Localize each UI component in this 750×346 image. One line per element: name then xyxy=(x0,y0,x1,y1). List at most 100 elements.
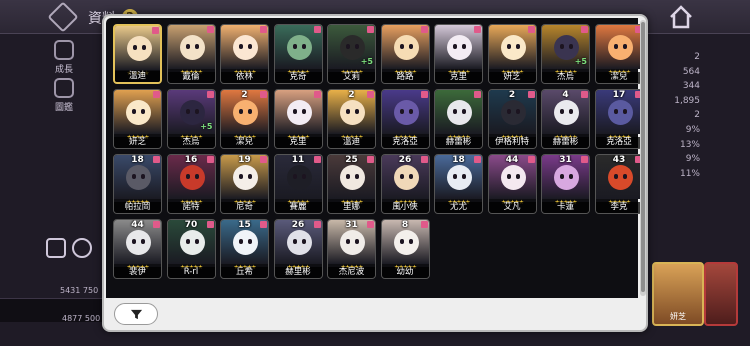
character-card[interactable]: ★★★★★依林 xyxy=(220,24,269,84)
character-eye xyxy=(194,174,199,179)
character-eye xyxy=(239,239,243,244)
character-card[interactable]: 31★★★★★卡蓮 xyxy=(541,154,590,214)
character-card[interactable]: 4★★★★★赫蕾彬 xyxy=(541,89,590,149)
character-eye xyxy=(462,109,466,114)
character-eye xyxy=(399,44,404,49)
stat-value: 564 xyxy=(682,66,700,77)
side-item-book[interactable]: 圖鑑 xyxy=(48,78,80,113)
element-badge-icon xyxy=(367,26,374,33)
character-eye xyxy=(515,44,520,49)
character-name: 克里 xyxy=(435,72,482,83)
character-card[interactable]: 44★★★★★艾凡 xyxy=(487,154,537,214)
character-eye xyxy=(346,44,350,49)
character-card[interactable]: ★★★★★妍芝 xyxy=(487,24,537,84)
character-eye xyxy=(355,109,359,114)
character-eye xyxy=(622,174,627,179)
character-eye xyxy=(453,44,457,49)
character-eye xyxy=(292,44,297,49)
character-card[interactable]: ★★★★★溫迪 xyxy=(113,24,162,84)
character-card[interactable]: ★★★★★路路 xyxy=(380,24,430,84)
element-badge-icon xyxy=(420,91,428,98)
character-card[interactable]: 2★★★★★潔兒 xyxy=(220,89,269,149)
character-card[interactable]: 11★★★★★賽麗 xyxy=(273,154,323,214)
character-eye xyxy=(301,109,306,114)
character-name: 杰烏 xyxy=(167,137,215,148)
stat-value: 11% xyxy=(679,168,700,179)
character-card[interactable]: ★★★★★克奇 xyxy=(273,24,323,84)
character-card[interactable]: 2★★★★★伊格利特 xyxy=(487,89,537,149)
home-icon[interactable] xyxy=(668,4,694,30)
character-card[interactable]: +5★★★★★杰烏 xyxy=(541,24,590,84)
character-eye xyxy=(569,109,573,114)
team-card[interactable]: 妍芝 xyxy=(652,262,704,326)
character-card[interactable]: 31★★★★★杰尼波 xyxy=(327,219,376,279)
grid-view-icon[interactable] xyxy=(46,238,66,258)
side-item-growth[interactable]: 成長 xyxy=(48,40,80,75)
character-card[interactable]: ★★★★★克里 xyxy=(434,24,483,84)
character-name: 風小俠 xyxy=(381,202,429,213)
character-eye xyxy=(408,109,413,114)
character-eye xyxy=(185,44,190,49)
character-eye xyxy=(248,239,252,244)
filter-round-icon[interactable] xyxy=(72,238,92,258)
character-card[interactable]: ★★★★★克洛亞 xyxy=(380,89,430,149)
character-card[interactable]: +5★★★★★艾莉 xyxy=(327,24,376,84)
character-card[interactable]: 43★★★★★李克 xyxy=(594,154,644,214)
character-eye xyxy=(506,44,511,49)
character-card[interactable]: ★★★★★克里 xyxy=(273,89,323,149)
character-card[interactable]: 18★★★★★帕拉岡 xyxy=(113,154,162,214)
character-card[interactable]: 26★★★★★風小俠 xyxy=(380,154,430,214)
character-eye xyxy=(462,44,466,49)
character-face xyxy=(286,230,312,255)
filter-button[interactable] xyxy=(114,303,158,325)
character-name: 依林 xyxy=(221,72,268,83)
character-face xyxy=(607,165,633,190)
scrollbar-thumb[interactable] xyxy=(641,22,645,292)
character-eye xyxy=(408,44,413,49)
character-eye xyxy=(560,109,564,114)
character-card[interactable]: 19★★★★★尼奇 xyxy=(220,154,269,214)
character-card[interactable]: 15★★★★★丘希 xyxy=(220,219,269,279)
character-card[interactable]: 25★★★★★里娜 xyxy=(327,154,376,214)
character-name: 杰烏 xyxy=(542,72,589,83)
side-item-label: 圖鑑 xyxy=(54,103,73,113)
character-card[interactable]: ★★★★★戴倫 xyxy=(166,24,216,84)
stat-value: 344 xyxy=(682,81,700,92)
character-face xyxy=(393,165,419,190)
character-face xyxy=(393,100,419,125)
character-card[interactable]: ★★★★★妍芝 xyxy=(113,89,162,149)
element-badge-icon xyxy=(474,26,481,33)
character-eye xyxy=(453,109,457,114)
side-item-label: 成長 xyxy=(54,65,73,75)
character-eye xyxy=(560,44,564,49)
character-name: 尼奇 xyxy=(221,202,268,213)
stat-value: 2 xyxy=(694,52,700,62)
character-card[interactable]: 44★★★★★裴伊 xyxy=(113,219,162,279)
character-level: 25 xyxy=(345,155,358,165)
element-badge-icon xyxy=(153,91,160,98)
character-eye xyxy=(622,44,627,49)
character-name: 溫迪 xyxy=(115,71,160,82)
character-face xyxy=(340,230,365,255)
character-card[interactable]: 70★★★★★R-rl xyxy=(166,219,216,279)
character-face xyxy=(607,35,633,60)
character-face xyxy=(233,230,258,255)
team-card-partial[interactable] xyxy=(704,262,738,326)
character-card[interactable]: 26★★★★★赫里彬 xyxy=(273,219,323,279)
character-card[interactable]: 8★★★★★幼幼 xyxy=(380,219,430,279)
character-card[interactable]: 17★★★★★克洛亞 xyxy=(594,89,644,149)
character-card[interactable]: 18★★★★★尤尤 xyxy=(434,154,483,214)
stat-value: 1,895 xyxy=(674,95,700,106)
character-card[interactable]: +5★★★★★杰烏 xyxy=(166,89,216,149)
character-card[interactable]: 2★★★★★溫迪 xyxy=(327,89,376,149)
character-eye xyxy=(132,109,136,114)
character-face xyxy=(233,100,258,125)
character-eye xyxy=(141,174,145,179)
character-eye xyxy=(239,174,243,179)
character-card[interactable]: ★★★★★潔兒 xyxy=(594,24,644,84)
character-face xyxy=(393,230,419,255)
character-level: 15 xyxy=(238,220,251,230)
element-badge-icon xyxy=(474,91,481,98)
character-card[interactable]: ★★★★★赫蕾彬 xyxy=(434,89,483,149)
character-card[interactable]: 16★★★★★諾特 xyxy=(166,154,216,214)
